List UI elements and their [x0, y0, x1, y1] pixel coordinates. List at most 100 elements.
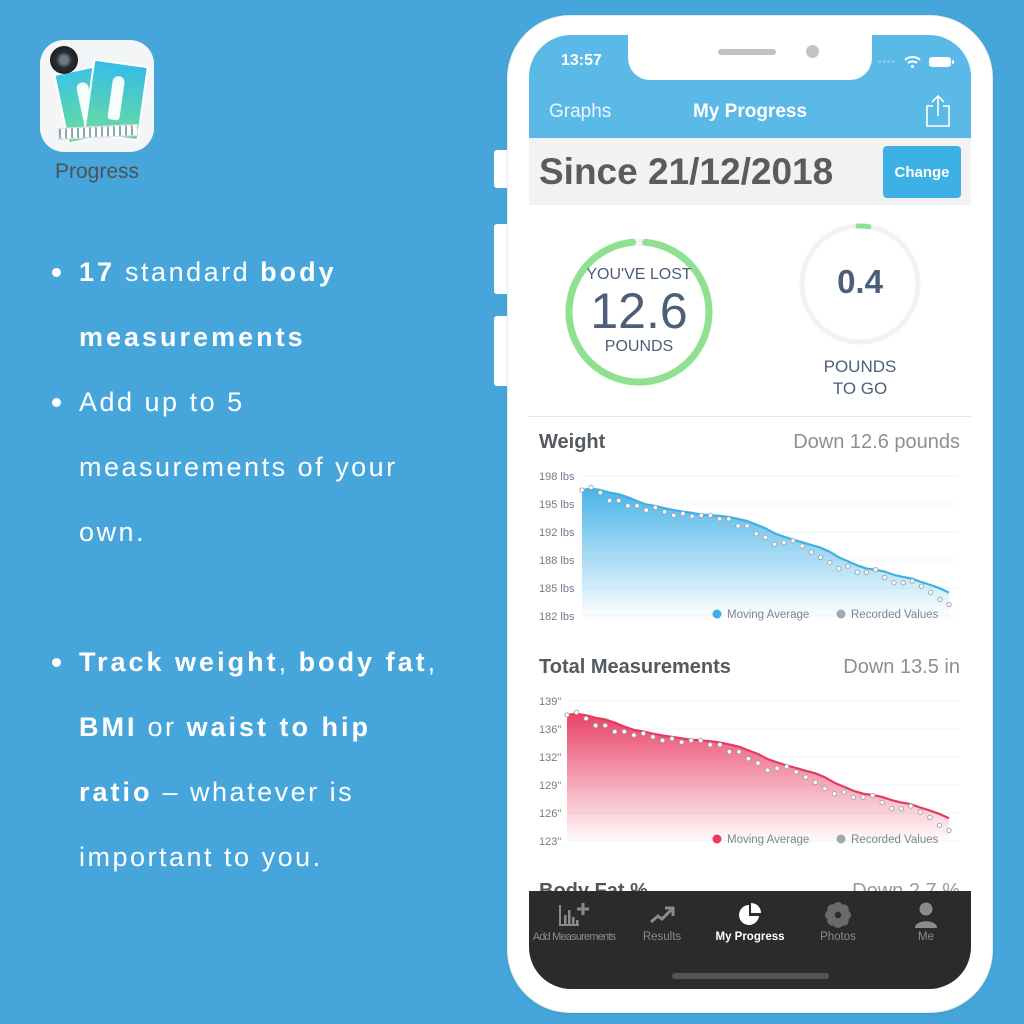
tab-photos[interactable]: Photos	[793, 899, 883, 943]
weight-chart: 198 lbs 195 lbs 192 lbs 188 lbs 185 lbs 182 l…	[539, 471, 959, 623]
camera-lens-icon	[50, 46, 78, 74]
tab-results[interactable]: Results	[617, 899, 707, 943]
date-range-bar: Since 21/12/2018 Change	[529, 138, 971, 205]
tab-label: Results	[642, 931, 682, 943]
recorded-value-point	[781, 539, 787, 546]
y-tick-label: 192 lbs	[539, 527, 575, 539]
recorded-value-point	[783, 763, 790, 770]
recorded-value-point	[735, 523, 741, 529]
y-tick-label: 198 lbs	[539, 471, 575, 483]
feature-item: Add up to 5 measurements of your own.	[52, 370, 452, 565]
phone-screen: 13:57 •••• Graphs My Progress Since 21/1…	[529, 35, 971, 989]
recorded-value-point	[593, 722, 599, 729]
recorded-value-point	[909, 578, 915, 584]
recorded-value-point	[661, 509, 668, 515]
recorded-value-point	[659, 737, 666, 744]
recorded-value-point	[927, 814, 933, 821]
front-camera	[806, 45, 819, 58]
tab-label: Add Measurements	[532, 931, 616, 943]
y-tick-label: 139"	[539, 696, 561, 708]
recorded-value-point	[755, 760, 761, 766]
y-tick-label: 136"	[539, 724, 561, 736]
tab-my-progress[interactable]: My Progress	[705, 899, 795, 943]
phone-notch	[628, 35, 872, 80]
home-indicator[interactable]	[672, 973, 829, 979]
share-icon[interactable]	[925, 94, 951, 128]
recorded-value-point	[889, 805, 895, 812]
recorded-value-point	[845, 563, 851, 569]
legend-label: Recorded Values	[851, 834, 939, 846]
weight-chart-card[interactable]: Weight Down 12.6 pounds 198 lbs 195 lbs 19…	[529, 418, 971, 638]
legend-label: Moving Average	[727, 609, 809, 621]
change-date-button[interactable]: Change	[883, 146, 961, 198]
feature-text: standard	[115, 257, 261, 287]
tab-bar: Add Measurements Results My Progress Pho…	[529, 891, 971, 989]
feature-text-bold: Track weight	[79, 647, 279, 677]
recorded-value-point	[625, 503, 631, 509]
recorded-value-point	[753, 531, 759, 537]
recorded-value-point	[716, 516, 723, 522]
togo-caption-line: POUNDS	[823, 357, 897, 376]
legend-label: Recorded Values	[851, 609, 939, 621]
signal-icon: ••••	[877, 56, 896, 68]
recorded-value-point	[726, 516, 732, 522]
recorded-value-point	[597, 489, 604, 496]
recorded-value-point	[612, 728, 618, 735]
legend-marker-recorded-values	[836, 834, 846, 844]
recorded-value-point	[774, 765, 780, 772]
legend-label: Moving Average	[727, 834, 809, 846]
recorded-value-point	[621, 728, 627, 735]
legend-marker-moving-average	[712, 609, 722, 619]
y-tick-label: 129"	[539, 780, 561, 792]
y-tick-label: 182 lbs	[539, 611, 575, 623]
feature-text-bold: 17	[79, 257, 116, 287]
battery-icon	[929, 57, 954, 67]
recorded-value-point	[634, 503, 640, 509]
recorded-value-point	[822, 785, 828, 792]
recorded-value-point	[854, 569, 860, 575]
status-time: 13:57	[561, 52, 602, 69]
feature-list: 17 standard body measurements Add up to …	[52, 240, 452, 890]
person-icon	[915, 902, 937, 928]
y-tick-label: 132"	[539, 752, 561, 764]
recorded-value-point	[936, 822, 943, 828]
recorded-value-point	[602, 722, 608, 729]
recorded-value-point	[717, 742, 723, 748]
recorded-value-point	[606, 497, 613, 504]
recorded-value-point	[643, 507, 649, 513]
y-tick-label: 126"	[539, 808, 561, 820]
feature-item: Track weight, body fat, BMI or waist to …	[52, 630, 452, 890]
y-tick-label: 123"	[539, 836, 561, 848]
pie-chart-icon	[739, 903, 761, 925]
togo-caption-line: TO GO	[832, 379, 888, 398]
y-tick-label: 195 lbs	[539, 499, 575, 511]
legend-marker-moving-average	[712, 834, 722, 844]
togo-caption: POUNDS TO GO	[800, 356, 920, 400]
app-icon	[40, 40, 154, 152]
lost-value: 12.6	[590, 283, 688, 339]
recorded-value-point	[946, 827, 952, 834]
lost-caption: YOU'VE LOST	[586, 266, 692, 283]
lost-unit: POUNDS	[604, 338, 674, 355]
recorded-value-point	[927, 589, 934, 596]
tab-add-measurements[interactable]: Add Measurements	[529, 899, 619, 943]
tab-label: My Progress	[715, 931, 785, 943]
recorded-value-point	[917, 809, 923, 815]
measurements-chart-card[interactable]: Total Measurements Down 13.5 in 139" 136"…	[529, 643, 971, 873]
recorded-value-point	[744, 523, 750, 529]
recorded-value-point	[678, 739, 685, 745]
recorded-value-point	[898, 805, 904, 812]
recorded-value-point	[946, 601, 952, 608]
photos-flower-icon	[825, 902, 851, 928]
feature-text: ,	[427, 647, 438, 677]
tab-me[interactable]: Me	[881, 899, 971, 943]
recorded-value-point	[669, 735, 675, 742]
recorded-value-point	[831, 791, 838, 797]
recorded-value-point	[872, 566, 879, 573]
recorded-value-point	[698, 737, 704, 744]
recorded-value-point	[688, 737, 694, 744]
recorded-value-point	[790, 538, 796, 544]
recorded-value-point	[707, 742, 713, 748]
trend-icon	[650, 906, 675, 924]
speaker-grille	[718, 49, 776, 55]
